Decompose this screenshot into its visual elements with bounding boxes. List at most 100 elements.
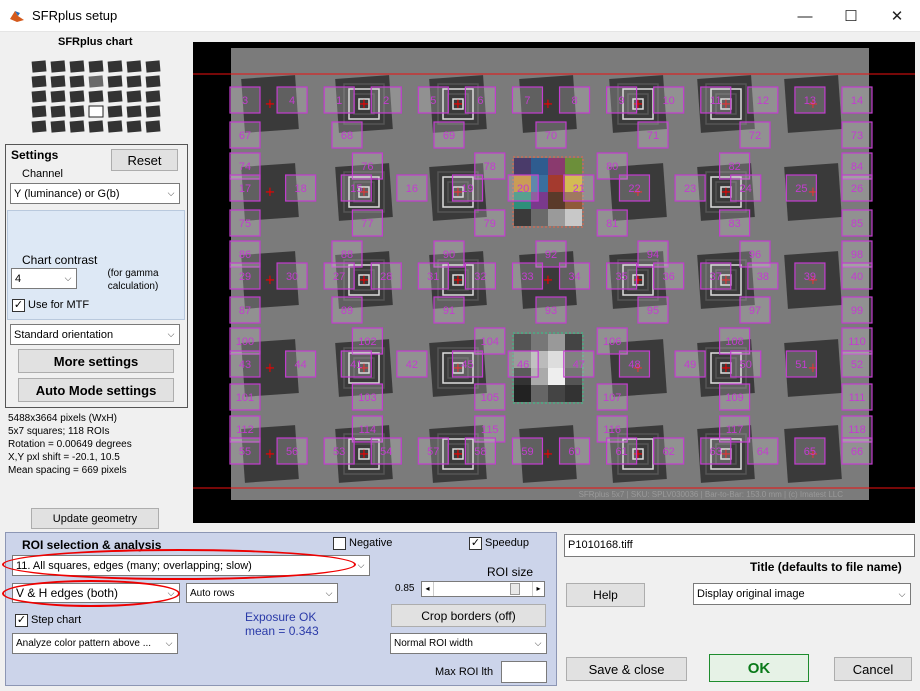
roi-label: 77 <box>361 218 373 230</box>
roi-label: 99 <box>851 305 863 317</box>
crop-borders-button[interactable]: Crop borders (off) <box>391 604 546 627</box>
roi-label: 36 <box>663 271 675 283</box>
roi-label: 64 <box>757 446 769 458</box>
roi-centre-marker: + <box>453 273 464 288</box>
roi-label: 51 <box>795 359 807 371</box>
orientation-select[interactable]: Standard orientation ⌵ <box>10 324 180 345</box>
speedup-label: Speedup <box>485 537 530 549</box>
max-roi-input[interactable] <box>501 661 547 683</box>
exposure-status: Exposure OK <box>245 610 317 624</box>
roi-label: 9 <box>619 95 625 107</box>
colour-patch <box>531 158 548 175</box>
minimize-button[interactable]: — <box>782 0 828 32</box>
save-close-button[interactable]: Save & close <box>566 657 687 681</box>
update-geometry-button[interactable]: Update geometry <box>31 508 159 529</box>
reset-button[interactable]: Reset <box>111 149 178 171</box>
roi-label: 16 <box>406 183 418 195</box>
grey-patch <box>514 334 531 351</box>
roi-label: 22 <box>628 183 640 195</box>
thumb-square <box>126 75 142 88</box>
roi-label: 78 <box>484 161 496 173</box>
thumb-square <box>145 90 161 103</box>
close-icon: ✕ <box>890 8 904 25</box>
use-mtf-label: Use for MTF <box>28 299 90 311</box>
rows-mode-value: Auto rows <box>190 587 235 599</box>
roi-label: 104 <box>481 336 499 348</box>
image-size-info: 5488x3664 pixels (WxH) <box>8 413 117 424</box>
roi-label: 93 <box>545 305 557 317</box>
thumb-square <box>107 75 123 88</box>
close-button[interactable]: ✕ <box>874 0 920 32</box>
step-chart-checkbox[interactable]: ✓ <box>15 614 28 627</box>
roi-label: 47 <box>573 359 585 371</box>
display-mode-select[interactable]: Display original image ⌵ <box>693 583 911 605</box>
use-mtf-checkbox[interactable]: ✓ <box>12 299 25 312</box>
title-bar: SFRplus setup — ☐ ✕ <box>0 0 920 32</box>
roi-label: 41 <box>350 359 362 371</box>
chevron-down-icon: ⌵ <box>167 587 175 598</box>
roi-centre-marker: + <box>721 361 732 376</box>
roi-label: 94 <box>647 249 659 261</box>
roi-label: 98 <box>851 249 863 261</box>
thumb-square <box>145 60 161 73</box>
edges-select[interactable]: V & H edges (both) ⌵ <box>12 583 180 603</box>
negative-checkbox[interactable] <box>333 537 346 550</box>
ok-button[interactable]: OK <box>709 654 809 682</box>
roi-label: 95 <box>647 305 659 317</box>
window-title: SFRplus setup <box>32 8 118 23</box>
roi-label: 73 <box>851 130 863 142</box>
thumb-square <box>50 90 66 103</box>
slider-thumb[interactable] <box>510 583 520 595</box>
channel-select[interactable]: Y (luminance) or G(b) ⌵ <box>10 183 180 204</box>
auto-mode-settings-button[interactable]: Auto Mode settings <box>18 378 174 402</box>
slider-left-arrow-icon[interactable]: ◂ <box>422 582 434 596</box>
colour-patch <box>548 175 565 192</box>
speedup-checkbox[interactable]: ✓ <box>469 537 482 550</box>
roi-label: 13 <box>804 95 816 107</box>
more-settings-button[interactable]: More settings <box>18 349 174 373</box>
roi-centre-marker: + <box>265 361 276 376</box>
roi-label: 49 <box>684 359 696 371</box>
thumb-square <box>69 120 85 133</box>
roi-label: 72 <box>749 130 761 142</box>
roi-label: 7 <box>524 95 530 107</box>
title-label: Title (defaults to file name) <box>750 560 902 574</box>
thumb-highlight <box>88 105 104 118</box>
roi-label: 65 <box>804 446 816 458</box>
cancel-button[interactable]: Cancel <box>834 657 912 681</box>
colour-patch <box>514 158 531 175</box>
roi-label: 91 <box>443 305 455 317</box>
roi-label: 111 <box>849 392 866 404</box>
thumb-square <box>31 90 47 103</box>
maximize-button[interactable]: ☐ <box>828 0 874 32</box>
settings-heading: Settings <box>11 148 59 162</box>
chevron-down-icon: ⌵ <box>165 638 173 648</box>
analyze-color-select[interactable]: Analyze color pattern above ... ⌵ <box>12 633 178 654</box>
roi-label: 70 <box>545 130 557 142</box>
roi-selection-select[interactable]: 11. All squares, edges (many; overlappin… <box>12 555 370 576</box>
chart-image-view[interactable]: +++++++++++++++++++++++++++++++++ 341256… <box>193 42 915 523</box>
channel-value: Y (luminance) or G(b) <box>14 187 120 200</box>
thumb-square <box>31 75 47 88</box>
contrast-select[interactable]: 4 ⌵ <box>11 268 77 289</box>
roi-label: 105 <box>481 392 499 404</box>
roi-label: 115 <box>481 424 499 436</box>
thumb-square <box>69 60 85 73</box>
colour-patch <box>565 209 582 226</box>
roi-label: 86 <box>239 249 251 261</box>
roi-label: 8 <box>571 95 577 107</box>
roi-label: 35 <box>615 271 627 283</box>
filename-field[interactable]: P1010168.tiff <box>564 534 915 557</box>
roi-size-slider[interactable]: ◂ ▸ <box>421 581 545 597</box>
roi-width-select[interactable]: Normal ROI width ⌵ <box>390 633 547 654</box>
roi-label: 23 <box>684 183 696 195</box>
roi-label: 56 <box>286 446 298 458</box>
help-button[interactable]: Help <box>566 583 645 607</box>
thumb-square <box>31 105 47 118</box>
rows-mode-select[interactable]: Auto rows ⌵ <box>186 583 338 603</box>
slider-right-arrow-icon[interactable]: ▸ <box>532 582 544 596</box>
chevron-down-icon: ⌵ <box>898 588 906 599</box>
roi-centre-marker: + <box>543 447 554 462</box>
roi-label: 21 <box>573 183 585 195</box>
roi-label: 55 <box>239 446 251 458</box>
